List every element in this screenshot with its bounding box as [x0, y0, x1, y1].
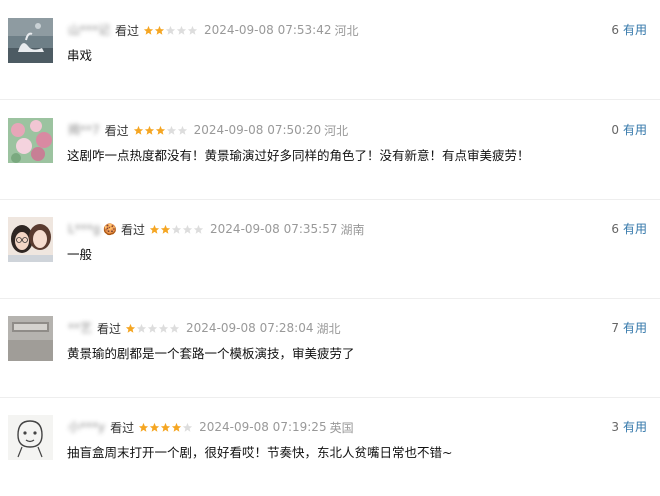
comment-meta: 小***y 看过 2024-09-08 07:19:25 英国 — [67, 418, 354, 436]
useful-button[interactable]: 3 有用 — [611, 418, 647, 435]
useful-label[interactable]: 有用 — [623, 321, 647, 335]
star-empty-icon — [169, 323, 180, 333]
username[interactable]: 揭**7 — [67, 121, 101, 139]
star-rating — [143, 25, 198, 36]
comment-location: 河北 — [334, 23, 359, 38]
avatar-doodle-drawing-icon — [8, 415, 53, 460]
status-label: 看过 — [110, 420, 135, 435]
comment-meta: 揭**7 看过 2024-09-08 07:50:20 河北 — [67, 121, 348, 139]
status-label: 看过 — [115, 23, 140, 38]
star-filled-icon — [154, 25, 165, 35]
comment-meta: **艺 看过 2024-09-08 07:28:04 湖北 — [67, 319, 341, 337]
username[interactable]: **艺 — [67, 319, 93, 337]
user-avatar[interactable] — [8, 118, 53, 163]
star-empty-icon — [147, 323, 158, 333]
comment-text: 一般 — [67, 247, 93, 262]
useful-count: 6 — [611, 222, 619, 236]
star-filled-icon — [172, 422, 182, 432]
star-empty-icon — [136, 323, 147, 333]
cookie-emoji-icon: 🍪 — [103, 222, 118, 236]
comment-item: 山***记 看过 2024-09-08 07:53:42 河北 6 有用 串戏 — [0, 0, 660, 100]
star-filled-icon — [150, 422, 160, 432]
comment-time: 2024-09-08 07:53:42 — [204, 23, 332, 37]
star-empty-icon — [182, 224, 193, 234]
useful-label[interactable]: 有用 — [623, 23, 647, 37]
comment-meta: L***g 🍪 看过 2024-09-08 07:35:57 湖南 — [67, 220, 365, 238]
username[interactable]: L***g — [67, 220, 101, 238]
username[interactable]: 山***记 — [67, 21, 111, 39]
comment-text: 黄景瑜的剧都是一个套路一个模板演技，审美疲劳了 — [67, 346, 355, 361]
star-rating — [138, 422, 193, 433]
comment-location: 湖南 — [340, 222, 365, 237]
star-empty-icon — [171, 224, 182, 234]
comment-item: 揭**7 看过 2024-09-08 07:50:20 河北 0 有用 这剧咋一点… — [0, 100, 660, 200]
comment-time: 2024-09-08 07:35:57 — [210, 222, 338, 236]
comment-time: 2024-09-08 07:28:04 — [186, 321, 314, 335]
star-empty-icon — [177, 125, 187, 135]
comment-item: 小***y 看过 2024-09-08 07:19:25 英国 3 有用 抽盲盒周… — [0, 397, 660, 496]
star-empty-icon — [166, 125, 176, 135]
useful-label[interactable]: 有用 — [623, 222, 647, 236]
user-avatar[interactable] — [8, 18, 53, 63]
useful-count: 3 — [611, 420, 619, 434]
star-filled-icon — [139, 422, 149, 432]
star-empty-icon — [193, 224, 204, 234]
star-filled-icon — [133, 125, 143, 135]
star-rating — [125, 323, 180, 334]
star-empty-icon — [176, 25, 187, 35]
useful-button[interactable]: 6 有用 — [611, 21, 647, 38]
star-filled-icon — [160, 224, 171, 234]
star-empty-icon — [187, 25, 198, 35]
comment-text: 这剧咋一点热度都没有！黄景瑜演过好多同样的角色了！没有新意！有点审美疲劳！ — [67, 148, 530, 163]
avatar-swan-photo-icon — [8, 18, 53, 63]
comment-text: 串戏 — [67, 48, 93, 63]
status-label: 看过 — [121, 222, 146, 237]
avatar-two-girls-photo-icon — [8, 217, 53, 262]
comment-time: 2024-09-08 07:19:25 — [199, 420, 327, 434]
avatar-grey-photo-icon — [8, 316, 53, 361]
useful-button[interactable]: 0 有用 — [611, 121, 647, 138]
useful-button[interactable]: 6 有用 — [611, 220, 647, 237]
avatar-flowers-photo-icon — [8, 118, 53, 163]
user-avatar[interactable] — [8, 415, 53, 460]
star-rating — [133, 125, 188, 136]
comment-location: 河北 — [324, 123, 349, 138]
comment-location: 湖北 — [316, 321, 341, 336]
username[interactable]: 小***y — [67, 418, 106, 436]
comment-item: **艺 看过 2024-09-08 07:28:04 湖北 7 有用 黄景瑜的剧都… — [0, 298, 660, 398]
comment-location: 英国 — [329, 420, 354, 435]
star-empty-icon — [158, 323, 169, 333]
star-filled-icon — [143, 25, 154, 35]
star-filled-icon — [161, 422, 171, 432]
star-filled-icon — [125, 323, 136, 333]
useful-count: 0 — [611, 123, 619, 137]
star-empty-icon — [165, 25, 176, 35]
star-filled-icon — [149, 224, 160, 234]
star-filled-icon — [155, 125, 165, 135]
comment-list: 山***记 看过 2024-09-08 07:53:42 河北 6 有用 串戏 揭… — [0, 0, 660, 470]
useful-label[interactable]: 有用 — [623, 123, 647, 137]
useful-count: 6 — [611, 23, 619, 37]
comment-time: 2024-09-08 07:50:20 — [193, 123, 322, 137]
star-rating — [149, 224, 204, 235]
status-label: 看过 — [97, 321, 122, 336]
comment-item: L***g 🍪 看过 2024-09-08 07:35:57 湖南 6 有用 一般 — [0, 199, 660, 299]
useful-label[interactable]: 有用 — [623, 420, 647, 434]
status-label: 看过 — [104, 123, 129, 138]
comment-meta: 山***记 看过 2024-09-08 07:53:42 河北 — [67, 21, 359, 39]
comment-text: 抽盲盒周末打开一个剧，很好看哎！节奏快，东北人贫嘴日常也不错~ — [67, 445, 453, 460]
user-avatar[interactable] — [8, 316, 53, 361]
star-filled-icon — [144, 125, 154, 135]
useful-button[interactable]: 7 有用 — [611, 319, 647, 336]
useful-count: 7 — [611, 321, 619, 335]
star-empty-icon — [183, 422, 193, 432]
user-avatar[interactable] — [8, 217, 53, 262]
